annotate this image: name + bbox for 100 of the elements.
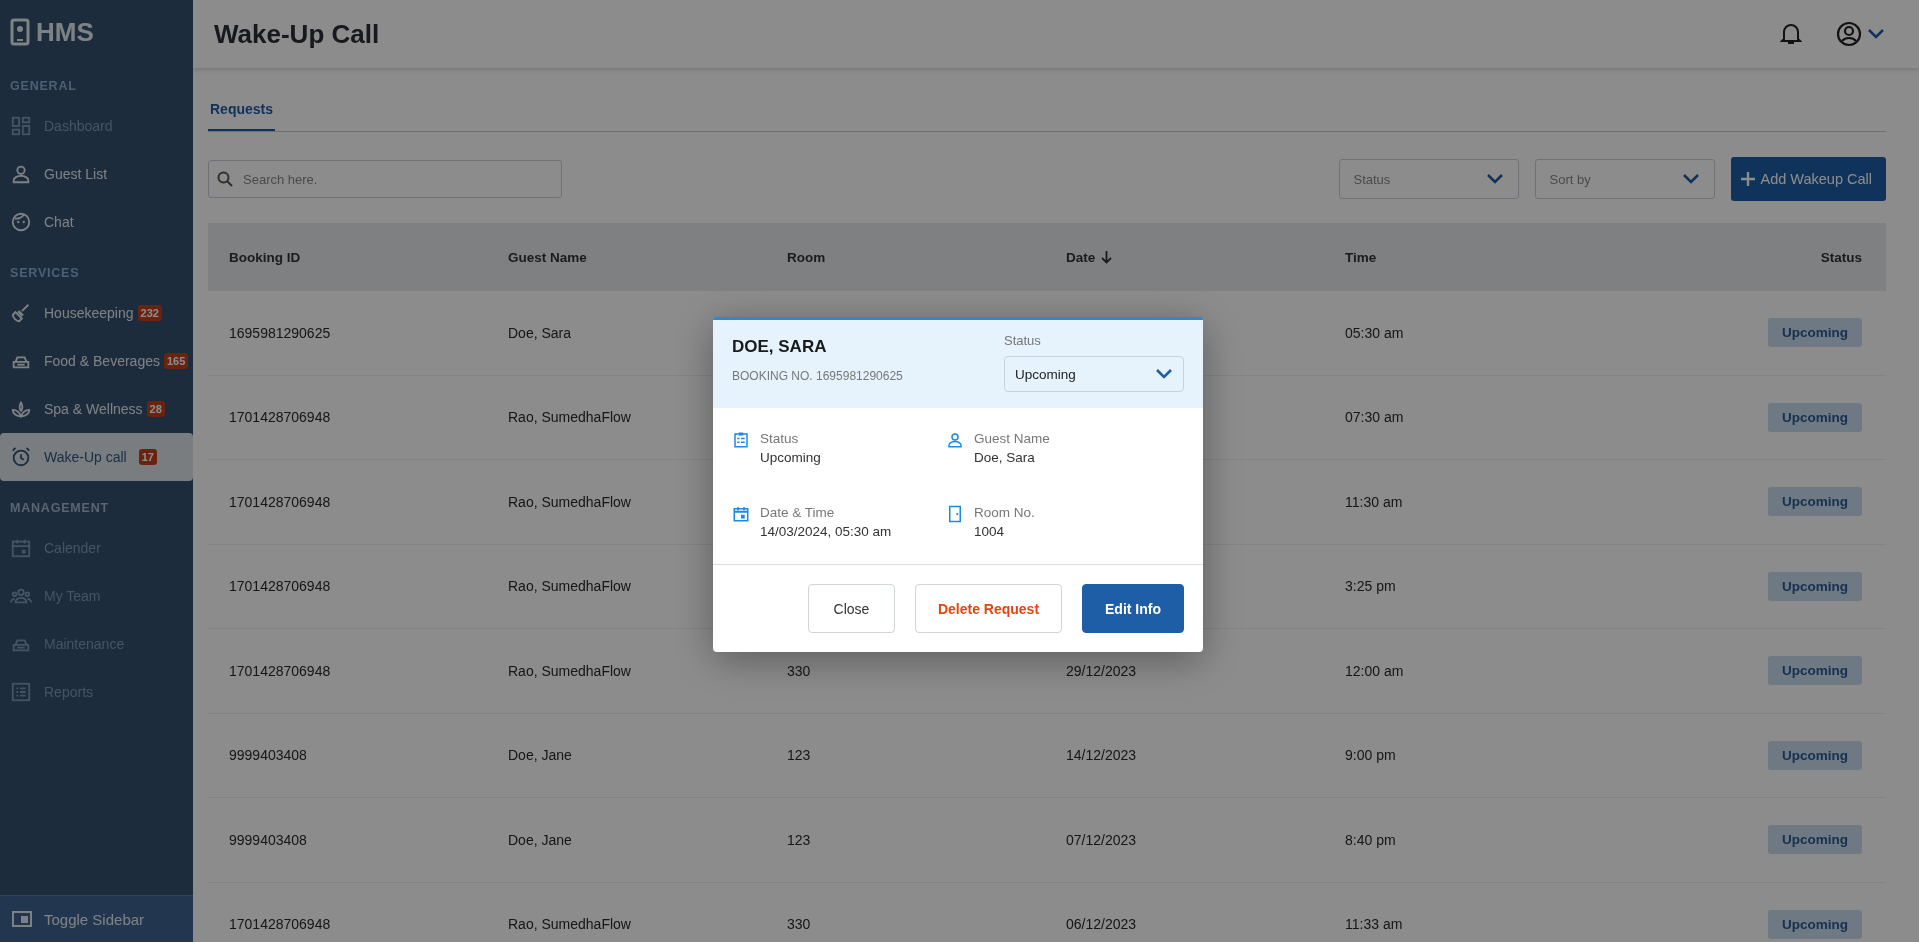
table-cell: 9:00 pm	[1345, 747, 1396, 764]
sidebar-item[interactable]: Wake-Up call 17	[0, 433, 193, 481]
column-header[interactable]: Guest Name	[508, 249, 587, 265]
table-cell: 29/12/2023	[1066, 662, 1137, 679]
page-title: Wake-Up Call	[214, 18, 381, 50]
edit-info-button[interactable]: Edit Info	[1082, 584, 1184, 633]
search-field[interactable]: Search here.	[241, 170, 553, 188]
table-cell: 1701428706948	[229, 409, 331, 426]
toggle-sidebar-button[interactable]: Toggle Sidebar	[0, 895, 193, 942]
table-cell: 06/12/2023	[1066, 916, 1137, 933]
table-cell: 123	[787, 747, 811, 764]
column-header[interactable]: Date	[1066, 249, 1096, 265]
table-cell: 05:30 am	[1345, 324, 1404, 341]
column-header[interactable]: Status	[1820, 249, 1862, 265]
count-badge: 17	[138, 449, 157, 465]
status-select[interactable]: Upcoming	[1004, 356, 1184, 392]
section-heading: GENERAL	[9, 78, 78, 95]
status-badge: Upcoming	[1768, 487, 1862, 517]
add-wakeup-call-button[interactable]: Add Wakeup Call	[1730, 157, 1886, 201]
table-cell: 9999403408	[229, 831, 307, 848]
table-cell: 3:25 pm	[1345, 578, 1396, 595]
table-cell: 1701428706948	[229, 662, 331, 679]
detail-label: Date & Time	[760, 505, 836, 520]
table-cell: Doe, Sara	[508, 324, 572, 341]
calendar-icon	[732, 505, 750, 523]
detail-label: Guest Name	[974, 431, 1050, 446]
chevron-down-icon	[1485, 173, 1504, 185]
user-circle-icon[interactable]	[1836, 21, 1862, 47]
status-badge: Upcoming	[1768, 656, 1862, 686]
table-cell: 07/12/2023	[1066, 831, 1137, 848]
alarm-clock-icon	[10, 446, 32, 468]
person-icon	[10, 163, 32, 185]
list-icon	[10, 681, 32, 703]
column-header[interactable]: Booking ID	[229, 249, 301, 265]
table-cell: Rao, SumedhaFlow	[508, 578, 631, 595]
face-icon	[10, 211, 32, 233]
delete-request-button[interactable]: Delete Request	[915, 584, 1062, 633]
table-cell: 123	[787, 831, 811, 848]
table-cell: Rao, SumedhaFlow	[508, 409, 631, 426]
table-cell: 1701428706948	[229, 916, 331, 933]
app-logo: HMS	[36, 16, 94, 48]
door-icon	[946, 505, 964, 523]
table-cell: Doe, Jane	[508, 831, 572, 848]
detail-label: Room No.	[974, 505, 1035, 520]
tab[interactable]: Requests	[208, 94, 276, 131]
status-badge: Upcoming	[1768, 909, 1862, 939]
sidebar-item[interactable]: Food & Beverages 165	[0, 337, 193, 385]
section-heading: MANAGEMENT	[9, 500, 110, 517]
chevron-down-icon	[1867, 28, 1885, 40]
table-cell: Rao, SumedhaFlow	[508, 493, 631, 510]
chevron-down-icon	[1681, 173, 1700, 185]
count-badge: 232	[137, 305, 162, 321]
calendar-icon	[10, 537, 32, 559]
arrow-down-icon	[1101, 250, 1113, 264]
dropdown[interactable]: Sort by	[1534, 159, 1715, 199]
person-icon	[946, 431, 964, 449]
chevron-down-icon	[1155, 368, 1173, 380]
table-cell: 330	[787, 916, 811, 933]
table-cell: 330	[787, 662, 811, 679]
field-label: Status	[1004, 333, 1042, 348]
dashboard-icon	[10, 115, 32, 137]
table-cell: 14/12/2023	[1066, 747, 1137, 764]
broom-icon	[10, 302, 32, 324]
close-button[interactable]: Close	[808, 584, 895, 633]
section-heading: SERVICES	[9, 265, 81, 282]
bell-icon[interactable]	[1780, 22, 1802, 46]
detail-label: Status	[760, 431, 800, 446]
table-cell: Rao, SumedhaFlow	[508, 916, 631, 933]
table-cell: 11:33 am	[1345, 916, 1403, 933]
table-cell: 11:30 am	[1345, 493, 1403, 510]
column-header[interactable]: Time	[1345, 249, 1377, 265]
table-cell: Doe, Jane	[508, 747, 572, 764]
sidebar-item[interactable]: Guest List	[0, 150, 193, 198]
table-cell: 1695981290625	[229, 324, 331, 341]
table-cell: 8:40 pm	[1345, 831, 1396, 848]
status-badge: Upcoming	[1768, 318, 1862, 348]
table-cell: 1701428706948	[229, 578, 331, 595]
table-cell: 12:00 am	[1345, 662, 1404, 679]
sidebar-item[interactable]: Spa & Wellness 28	[0, 385, 193, 433]
guest-title: DOE, SARA	[732, 337, 828, 357]
detail-value: Upcoming	[760, 450, 821, 465]
table-cell: Rao, SumedhaFlow	[508, 662, 631, 679]
count-badge: 28	[146, 401, 165, 417]
table-cell: 1701428706948	[229, 493, 331, 510]
column-header[interactable]: Room	[787, 249, 826, 265]
dropdown[interactable]: Status	[1338, 159, 1519, 199]
table-cell: 9999403408	[229, 747, 307, 764]
sidebar-item[interactable]: Chat	[0, 198, 193, 246]
count-badge: 165	[163, 353, 189, 369]
status-badge: Upcoming	[1768, 740, 1862, 770]
status-badge: Upcoming	[1768, 571, 1862, 601]
panel-icon	[12, 911, 32, 927]
search-box[interactable]: Search here.	[208, 160, 562, 198]
status-badge: Upcoming	[1768, 402, 1862, 432]
status-badge: Upcoming	[1768, 825, 1862, 855]
sidebar-item[interactable]: Housekeeping 232	[0, 289, 193, 337]
booking-number: BOOKING NO. 1695981290625	[732, 369, 903, 383]
detail-value: 14/03/2024, 05:30 am	[760, 524, 892, 539]
clipboard-icon	[732, 431, 750, 449]
search-icon	[217, 171, 233, 187]
